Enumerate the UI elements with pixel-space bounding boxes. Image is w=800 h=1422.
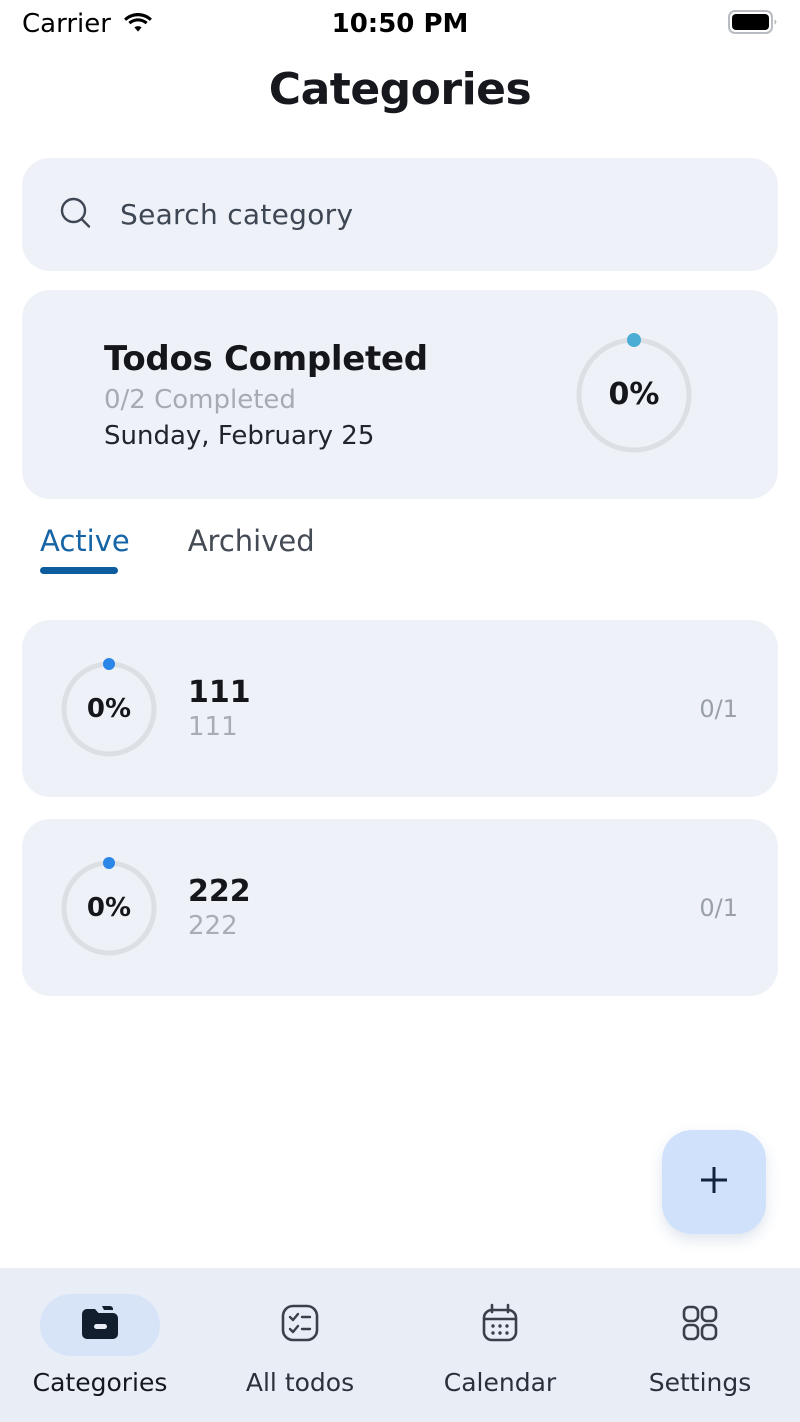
carrier-label: Carrier xyxy=(22,9,111,39)
nav-item-all-todos[interactable]: All todos xyxy=(200,1294,400,1397)
add-category-button[interactable] xyxy=(662,1130,766,1234)
plus-icon xyxy=(694,1160,734,1204)
calendar-icon xyxy=(477,1300,523,1350)
category-progress-ring: 0% xyxy=(58,856,160,959)
category-item-count: 0/1 xyxy=(699,893,738,922)
status-bar: Carrier 10:50 PM xyxy=(0,0,800,48)
nav-item-calendar[interactable]: Calendar xyxy=(400,1294,600,1397)
nav-calendar-icon-wrap xyxy=(440,1294,560,1356)
category-list-item[interactable]: 0% 111 111 0/1 xyxy=(22,620,778,797)
tab-active-underline xyxy=(40,567,118,574)
category-item-count: 0/1 xyxy=(699,694,738,723)
category-item-subtitle: 222 xyxy=(188,911,238,941)
app-screen: Carrier 10:50 PM Categories Search categ… xyxy=(0,0,800,1422)
category-list-item[interactable]: 0% 222 222 0/1 xyxy=(22,819,778,996)
category-progress-label: 0% xyxy=(86,892,132,923)
tab-archived[interactable]: Archived xyxy=(188,524,315,574)
checklist-icon xyxy=(277,1300,323,1350)
search-input[interactable]: Search category xyxy=(22,158,778,271)
summary-subtitle: 0/2 Completed xyxy=(104,384,296,415)
summary-text: Todos Completed 0/2 Completed Sunday, Fe… xyxy=(104,339,428,451)
grid-icon xyxy=(677,1300,723,1350)
battery-full-icon xyxy=(728,9,778,39)
category-item-text: 111 111 xyxy=(188,675,251,742)
summary-title: Todos Completed xyxy=(104,338,428,379)
category-progress-label: 0% xyxy=(86,693,132,724)
category-item-title: 111 xyxy=(188,675,251,710)
nav-settings-label: Settings xyxy=(648,1367,752,1397)
category-list: 0% 111 111 0/1 0% 222 222 0/1 xyxy=(22,620,778,1018)
category-item-subtitle: 111 xyxy=(188,712,238,742)
tab-archived-label: Archived xyxy=(187,524,315,558)
nav-item-categories[interactable]: Categories xyxy=(0,1293,200,1397)
folder-icon xyxy=(77,1300,123,1350)
nav-all-todos-icon-wrap xyxy=(240,1294,360,1356)
wifi-icon xyxy=(123,11,153,37)
category-item-title: 222 xyxy=(188,874,251,909)
nav-settings-icon-wrap xyxy=(640,1294,760,1356)
summary-date: Sunday, February 25 xyxy=(104,420,375,451)
tab-active-label: Active xyxy=(40,524,130,558)
nav-all-todos-label: All todos xyxy=(245,1367,355,1397)
search-icon xyxy=(56,193,96,237)
page-title: Categories xyxy=(268,64,532,115)
nav-categories-pill xyxy=(40,1293,160,1356)
status-bar-right xyxy=(728,9,778,39)
summary-progress-label: 0% xyxy=(608,377,660,412)
nav-item-settings[interactable]: Settings xyxy=(600,1294,800,1397)
search-placeholder: Search category xyxy=(120,198,354,231)
category-tabs: Active Archived xyxy=(40,524,315,574)
status-bar-left: Carrier xyxy=(22,9,153,39)
category-item-text: 222 222 xyxy=(188,874,251,941)
todos-completed-card[interactable]: Todos Completed 0/2 Completed Sunday, Fe… xyxy=(22,290,778,499)
bottom-navigation: Categories All todos Calendar Settings xyxy=(0,1268,800,1422)
tab-active[interactable]: Active xyxy=(40,524,130,574)
nav-categories-label: Categories xyxy=(32,1367,168,1397)
summary-progress-ring: 0% xyxy=(572,332,696,457)
category-progress-ring: 0% xyxy=(58,657,160,760)
nav-calendar-label: Calendar xyxy=(443,1367,557,1397)
